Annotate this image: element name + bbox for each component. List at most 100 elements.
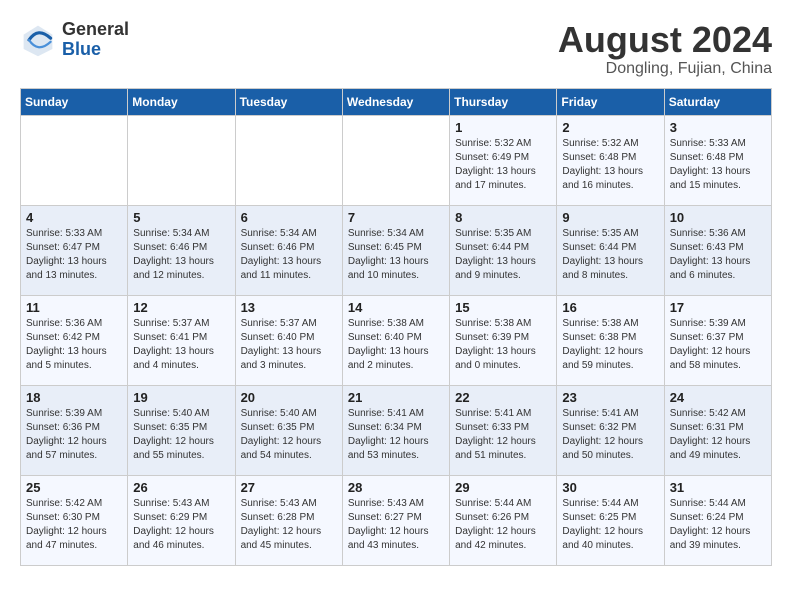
day-info: Sunrise: 5:40 AM Sunset: 6:35 PM Dayligh…: [241, 407, 337, 463]
day-number: 17: [670, 300, 766, 315]
day-number: 30: [562, 480, 658, 495]
calendar-cell: 12Sunrise: 5:37 AM Sunset: 6:41 PM Dayli…: [128, 295, 235, 385]
day-number: 8: [455, 210, 551, 225]
day-number: 31: [670, 480, 766, 495]
weekday-header-tuesday: Tuesday: [235, 88, 342, 115]
calendar-cell: 20 Sunrise: 5:40 AM Sunset: 6:35 PM Dayli…: [235, 385, 342, 475]
day-info: Sunrise: 5:40 AM Sunset: 6:35 PM Dayligh…: [133, 407, 229, 463]
day-info: Sunrise: 5:38 AM Sunset: 6:38 PM Dayligh…: [562, 317, 658, 373]
day-info: Sunrise: 5:38 AM Sunset: 6:40 PM Dayligh…: [348, 317, 444, 373]
calendar-cell: 13 Sunrise: 5:37 AM Sunset: 6:40 PM Dayli…: [235, 295, 342, 385]
weekday-header-thursday: Thursday: [450, 88, 557, 115]
calendar-cell: [342, 115, 449, 205]
day-number: 25: [26, 480, 122, 495]
day-info: Sunrise: 5:35 AM Sunset: 6:44 PM Dayligh…: [455, 227, 551, 283]
day-info: Sunrise: 5:33 AM Sunset: 6:48 PM Dayligh…: [670, 137, 766, 193]
calendar-cell: 18 Sunrise: 5:39 AM Sunset: 6:36 PM Dayli…: [21, 385, 128, 475]
day-number: 10: [670, 210, 766, 225]
calendar-cell: 25 Sunrise: 5:42 AM Sunset: 6:30 PM Dayli…: [21, 475, 128, 565]
week-row-1: 1 Sunrise: 5:32 AM Sunset: 6:49 PM Daylig…: [21, 115, 772, 205]
calendar-cell: 5 Sunrise: 5:34 AM Sunset: 6:46 PM Daylig…: [128, 205, 235, 295]
calendar-cell: 9 Sunrise: 5:35 AM Sunset: 6:44 PM Daylig…: [557, 205, 664, 295]
day-number: 12: [133, 300, 229, 315]
calendar-cell: 8 Sunrise: 5:35 AM Sunset: 6:44 PM Daylig…: [450, 205, 557, 295]
weekday-header-row: SundayMondayTuesdayWednesdayThursdayFrid…: [21, 88, 772, 115]
day-number: 27: [241, 480, 337, 495]
day-info: Sunrise: 5:42 AM Sunset: 6:30 PM Dayligh…: [26, 497, 122, 553]
location-subtitle: Dongling, Fujian, China: [558, 60, 772, 78]
day-number: 7: [348, 210, 444, 225]
logo-blue-text: Blue: [62, 40, 129, 60]
title-block: August 2024 Dongling, Fujian, China: [558, 20, 772, 78]
calendar-cell: 15Sunrise: 5:38 AM Sunset: 6:39 PM Dayli…: [450, 295, 557, 385]
day-number: 1: [455, 120, 551, 135]
day-info: Sunrise: 5:43 AM Sunset: 6:28 PM Dayligh…: [241, 497, 337, 553]
day-number: 4: [26, 210, 122, 225]
calendar-cell: [21, 115, 128, 205]
day-info: Sunrise: 5:43 AM Sunset: 6:27 PM Dayligh…: [348, 497, 444, 553]
day-info: Sunrise: 5:33 AM Sunset: 6:47 PM Dayligh…: [26, 227, 122, 283]
calendar-cell: 16 Sunrise: 5:38 AM Sunset: 6:38 PM Dayli…: [557, 295, 664, 385]
day-number: 11: [26, 300, 122, 315]
day-number: 24: [670, 390, 766, 405]
logo: General Blue: [20, 20, 129, 60]
calendar-cell: 3 Sunrise: 5:33 AM Sunset: 6:48 PM Daylig…: [664, 115, 771, 205]
calendar-cell: 21Sunrise: 5:41 AM Sunset: 6:34 PM Dayli…: [342, 385, 449, 475]
day-number: 3: [670, 120, 766, 135]
week-row-2: 4 Sunrise: 5:33 AM Sunset: 6:47 PM Daylig…: [21, 205, 772, 295]
logo-general-text: General: [62, 20, 129, 40]
day-number: 20: [241, 390, 337, 405]
logo-icon: [20, 22, 56, 58]
calendar-cell: 2Sunrise: 5:32 AM Sunset: 6:48 PM Daylig…: [557, 115, 664, 205]
day-number: 29: [455, 480, 551, 495]
day-number: 9: [562, 210, 658, 225]
calendar-cell: 22 Sunrise: 5:41 AM Sunset: 6:33 PM Dayli…: [450, 385, 557, 475]
week-row-4: 18 Sunrise: 5:39 AM Sunset: 6:36 PM Dayli…: [21, 385, 772, 475]
weekday-header-sunday: Sunday: [21, 88, 128, 115]
day-info: Sunrise: 5:41 AM Sunset: 6:34 PM Dayligh…: [348, 407, 444, 463]
day-info: Sunrise: 5:36 AM Sunset: 6:42 PM Dayligh…: [26, 317, 122, 373]
day-number: 13: [241, 300, 337, 315]
day-number: 22: [455, 390, 551, 405]
day-info: Sunrise: 5:34 AM Sunset: 6:45 PM Dayligh…: [348, 227, 444, 283]
day-info: Sunrise: 5:43 AM Sunset: 6:29 PM Dayligh…: [133, 497, 229, 553]
calendar-cell: 14 Sunrise: 5:38 AM Sunset: 6:40 PM Dayli…: [342, 295, 449, 385]
day-info: Sunrise: 5:32 AM Sunset: 6:49 PM Dayligh…: [455, 137, 551, 193]
week-row-5: 25 Sunrise: 5:42 AM Sunset: 6:30 PM Dayli…: [21, 475, 772, 565]
day-info: Sunrise: 5:44 AM Sunset: 6:25 PM Dayligh…: [562, 497, 658, 553]
calendar-cell: 4 Sunrise: 5:33 AM Sunset: 6:47 PM Daylig…: [21, 205, 128, 295]
day-number: 19: [133, 390, 229, 405]
day-number: 16: [562, 300, 658, 315]
calendar-cell: 7 Sunrise: 5:34 AM Sunset: 6:45 PM Daylig…: [342, 205, 449, 295]
calendar-cell: 28 Sunrise: 5:43 AM Sunset: 6:27 PM Dayli…: [342, 475, 449, 565]
calendar-cell: 30 Sunrise: 5:44 AM Sunset: 6:25 PM Dayli…: [557, 475, 664, 565]
calendar-cell: 29Sunrise: 5:44 AM Sunset: 6:26 PM Dayli…: [450, 475, 557, 565]
calendar-cell: 6Sunrise: 5:34 AM Sunset: 6:46 PM Daylig…: [235, 205, 342, 295]
calendar-cell: [235, 115, 342, 205]
day-number: 18: [26, 390, 122, 405]
page-header: General Blue August 2024 Dongling, Fujia…: [20, 20, 772, 78]
calendar-cell: 23Sunrise: 5:41 AM Sunset: 6:32 PM Dayli…: [557, 385, 664, 475]
day-info: Sunrise: 5:39 AM Sunset: 6:36 PM Dayligh…: [26, 407, 122, 463]
calendar-cell: 19 Sunrise: 5:40 AM Sunset: 6:35 PM Dayli…: [128, 385, 235, 475]
month-year-title: August 2024: [558, 20, 772, 60]
day-number: 5: [133, 210, 229, 225]
calendar-cell: 17Sunrise: 5:39 AM Sunset: 6:37 PM Dayli…: [664, 295, 771, 385]
day-info: Sunrise: 5:41 AM Sunset: 6:33 PM Dayligh…: [455, 407, 551, 463]
day-number: 26: [133, 480, 229, 495]
day-number: 15: [455, 300, 551, 315]
day-info: Sunrise: 5:35 AM Sunset: 6:44 PM Dayligh…: [562, 227, 658, 283]
day-number: 28: [348, 480, 444, 495]
calendar-cell: 31 Sunrise: 5:44 AM Sunset: 6:24 PM Dayli…: [664, 475, 771, 565]
day-info: Sunrise: 5:37 AM Sunset: 6:40 PM Dayligh…: [241, 317, 337, 373]
day-info: Sunrise: 5:36 AM Sunset: 6:43 PM Dayligh…: [670, 227, 766, 283]
week-row-3: 11 Sunrise: 5:36 AM Sunset: 6:42 PM Dayli…: [21, 295, 772, 385]
calendar-cell: 10 Sunrise: 5:36 AM Sunset: 6:43 PM Dayli…: [664, 205, 771, 295]
day-number: 14: [348, 300, 444, 315]
day-number: 2: [562, 120, 658, 135]
calendar-cell: [128, 115, 235, 205]
day-info: Sunrise: 5:44 AM Sunset: 6:24 PM Dayligh…: [670, 497, 766, 553]
calendar-cell: 11 Sunrise: 5:36 AM Sunset: 6:42 PM Dayli…: [21, 295, 128, 385]
weekday-header-monday: Monday: [128, 88, 235, 115]
day-info: Sunrise: 5:34 AM Sunset: 6:46 PM Dayligh…: [133, 227, 229, 283]
